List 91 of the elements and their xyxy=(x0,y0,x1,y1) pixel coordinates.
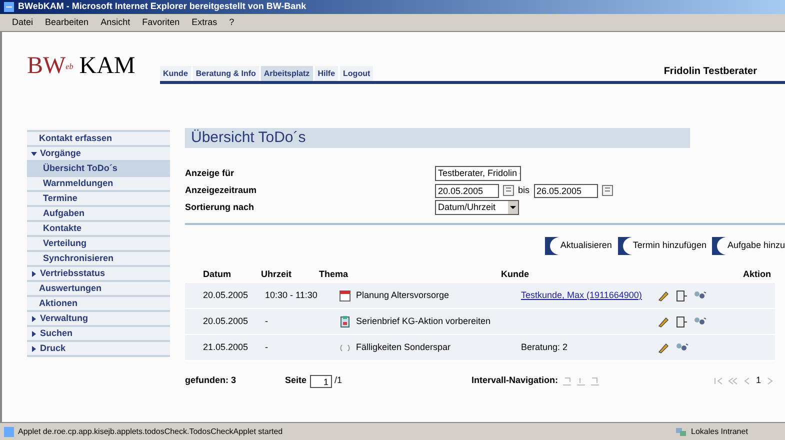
document-icon[interactable] xyxy=(675,290,687,302)
status-text: Applet de.roe.cp.app.kisejb.applets.todosCheck.TodosCheckApplet started xyxy=(18,426,284,438)
swoosh-icon xyxy=(618,237,632,255)
result-count: gefunden: 3 xyxy=(185,374,237,388)
sidebar-item[interactable]: Warnmeldungen xyxy=(27,177,170,192)
people-icon[interactable] xyxy=(693,316,707,328)
column-header: Datum xyxy=(202,268,232,282)
zone-text: Lokales Intranet xyxy=(691,426,749,438)
menu-item[interactable]: Favoriten xyxy=(142,16,180,30)
interval-label: Intervall-Navigation: xyxy=(472,374,558,388)
date-cell-text: 21.05.2005 xyxy=(202,340,250,354)
sidebar-item[interactable]: Synchronisieren xyxy=(27,252,170,267)
window-title: BWebKAM - Microsoft Internet Explorer bereitgestellt von BW-Bank xyxy=(18,0,306,14)
column-header: Kunde xyxy=(500,268,530,282)
date-from-field[interactable]: 20.05.2005 xyxy=(435,184,499,198)
clipboard-icon xyxy=(339,316,351,328)
customer-cell: Beratung: 2 xyxy=(521,342,568,352)
topic-cell-text: Serienbrief KG-Aktion vorbereiten xyxy=(356,314,491,328)
calendar-icon[interactable] xyxy=(602,185,613,196)
current-page: 1 xyxy=(756,374,761,388)
pencil-icon[interactable] xyxy=(657,342,669,354)
form-label: Sortierung nach xyxy=(185,200,256,214)
action-button[interactable]: Termin hinzufügen xyxy=(618,237,706,255)
menu-item[interactable]: Extras xyxy=(192,16,218,30)
table-row[interactable]: 21.05.2005 - Fälligkeiten Sonderspar Beratung: 2 xyxy=(185,335,775,361)
swoosh-icon xyxy=(712,237,726,255)
applet-icon xyxy=(4,426,14,436)
expanded-triangle-icon xyxy=(31,150,37,156)
form-label: Anzeigezeitraum xyxy=(185,184,258,197)
people-icon[interactable] xyxy=(693,290,707,302)
page-title: Übersicht ToDo´s xyxy=(185,128,690,148)
logo: BW$^{eb}$ KAM xyxy=(26,52,136,81)
sidebar-item[interactable]: Aktionen xyxy=(27,297,170,312)
calendar-page-icon xyxy=(339,290,351,302)
collapsed-triangle-icon xyxy=(31,330,37,336)
topic-cell-text: Planung Altersvorsorge xyxy=(356,288,450,302)
collapsed-triangle-icon xyxy=(31,316,37,322)
user-name: Fridolin Testberater xyxy=(664,65,757,79)
sidebar-item[interactable]: Druck xyxy=(27,342,170,357)
network-icon xyxy=(675,426,687,436)
nav-tab[interactable]: Hilfe xyxy=(314,66,338,81)
swoosh-icon xyxy=(545,237,560,255)
nav-tab[interactable]: Logout xyxy=(340,66,374,81)
sidebar-item[interactable]: Vorgänge xyxy=(27,147,170,162)
nav-tab[interactable]: Kunde xyxy=(160,66,191,81)
column-header: Uhrzeit xyxy=(260,268,293,282)
page-label: Seite xyxy=(285,374,307,388)
nav-tab[interactable]: Arbeitsplatz xyxy=(260,66,313,81)
sidebar-item[interactable]: Kontakt erfassen xyxy=(27,132,170,147)
people-icon[interactable] xyxy=(675,342,689,354)
date-cell-text: 20.05.2005 xyxy=(202,314,250,328)
document-icon[interactable] xyxy=(675,316,687,328)
date-cell-text: 20.05.2005 xyxy=(202,288,250,302)
page-field[interactable]: 1 xyxy=(310,374,332,388)
menu-item[interactable]: Datei xyxy=(12,16,34,30)
sidebar-item[interactable]: Übersicht ToDo´s xyxy=(27,162,170,177)
page-total: /1 xyxy=(334,374,344,388)
action-button[interactable]: Aufgabe hinzu xyxy=(712,237,785,255)
time-cell-text: 10:30 - 11:30 xyxy=(264,288,318,302)
sidebar-item[interactable]: Auswertungen xyxy=(27,282,170,297)
advisor-dropdown[interactable]: Testberater, Fridolin xyxy=(435,166,521,181)
browser-icon xyxy=(4,2,14,12)
sidebar-item[interactable]: Kontakte xyxy=(27,222,170,237)
sidebar-item[interactable]: Verwaltung xyxy=(27,312,170,327)
time-cell-text: - xyxy=(264,340,269,354)
menu-item[interactable]: Bearbeiten xyxy=(45,16,89,30)
pencil-icon[interactable] xyxy=(657,316,669,328)
form-label: Anzeige für xyxy=(185,166,236,180)
collapsed-triangle-icon xyxy=(31,346,37,352)
collapsed-triangle-icon xyxy=(31,270,37,276)
sidebar-item[interactable]: Aufgaben xyxy=(27,207,170,222)
menu-item[interactable]: Ansicht xyxy=(100,16,130,30)
sidebar-item[interactable]: Termine xyxy=(27,192,170,207)
time-cell-text: - xyxy=(264,314,269,328)
sidebar-item[interactable]: Vertriebsstatus xyxy=(27,267,170,282)
column-header: Thema xyxy=(318,268,350,282)
table-row[interactable]: 20.05.2005 - Serienbrief KG-Aktion vorbereiten xyxy=(185,309,775,335)
topic-cell-text: Fälligkeiten Sonderspar xyxy=(356,340,451,354)
sidebar-item[interactable]: Suchen xyxy=(27,327,170,342)
customer-link[interactable]: Testkunde, Max (1911664900) xyxy=(521,290,642,300)
calendar-icon[interactable] xyxy=(503,185,514,196)
action-button[interactable]: Aktualisieren xyxy=(545,237,612,255)
sidebar-item[interactable]: Verteilung xyxy=(27,237,170,252)
pencil-icon[interactable] xyxy=(657,290,669,302)
menu-item[interactable]: ? xyxy=(229,16,234,30)
range-separator: bis xyxy=(518,184,530,197)
column-header: Aktion xyxy=(742,268,772,282)
table-row[interactable]: 20.05.2005 10:30 - 11:30 Planung Altersvorsorge Testkunde, Max (1911664900) xyxy=(185,283,775,309)
date-to-field[interactable]: 26.05.2005 xyxy=(534,184,598,198)
sort-dropdown[interactable]: Datum/Uhrzeit xyxy=(435,200,519,215)
nav-tab[interactable]: Beratung & Info xyxy=(192,66,259,81)
